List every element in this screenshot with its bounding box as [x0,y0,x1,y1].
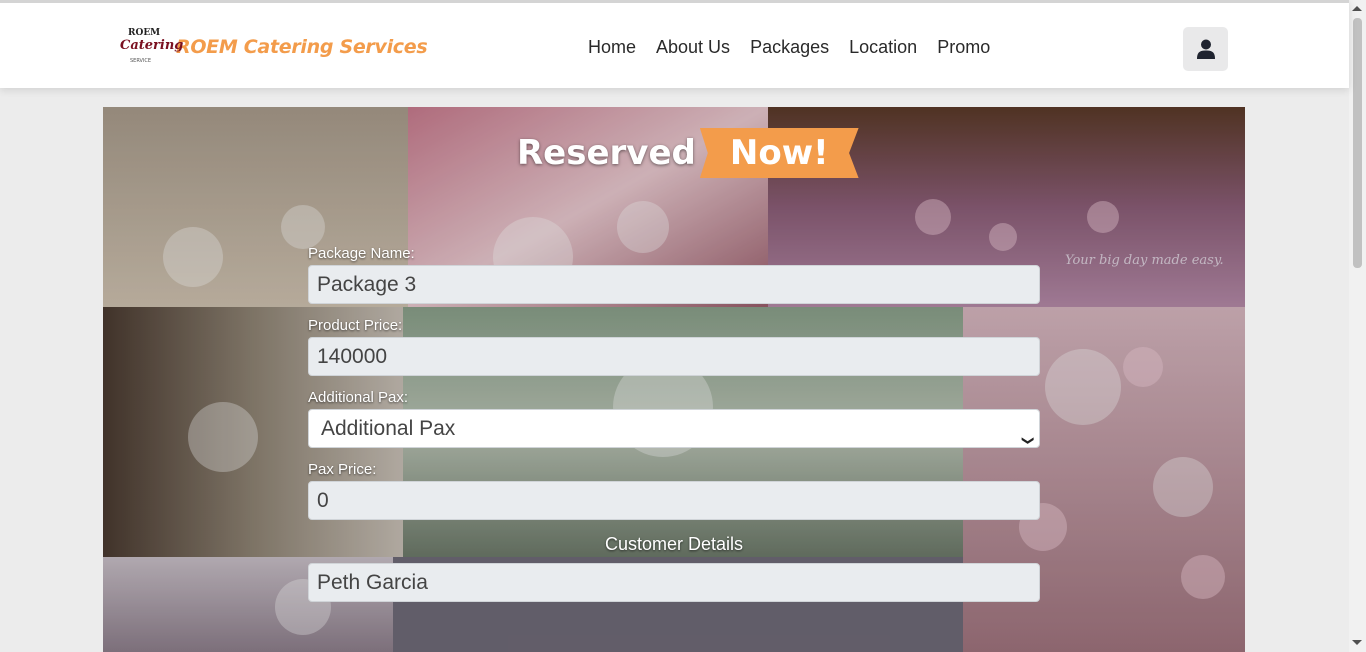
user-icon [1196,39,1215,59]
additional-pax-selected: Additional Pax [321,417,456,440]
brand-logo: ROEM Catering SERVICE [120,28,184,64]
customer-name-field[interactable]: Peth Garcia [308,563,1040,602]
reservation-title: Reserved Now! [517,127,859,179]
product-price-label: Product Price: [308,317,403,334]
scroll-thumb[interactable] [1353,18,1362,268]
scroll-up-arrow-icon[interactable] [1352,6,1362,11]
nav-promo[interactable]: Promo [937,37,990,58]
title-reserved: Reserved [517,133,696,173]
nav-about-us[interactable]: About Us [656,37,730,58]
scroll-down-arrow-icon[interactable] [1352,640,1362,645]
customer-details-heading: Customer Details [604,534,744,554]
nav-location[interactable]: Location [849,37,917,58]
nav-packages[interactable]: Packages [750,37,829,58]
brand-name[interactable]: ROEM Catering Services [176,36,428,58]
chevron-down-icon: ❯ [1021,435,1036,446]
package-name-field[interactable]: Package 3 [308,265,1040,304]
user-account-button[interactable] [1183,27,1228,71]
product-price-field[interactable]: 140000 [308,337,1040,376]
title-now-badge: Now! [699,128,859,178]
page-scrollbar[interactable] [1349,0,1366,652]
package-name-label: Package Name: [308,245,415,262]
main-nav: Home About Us Packages Location Promo [578,3,1000,91]
reservation-hero: Your big day made easy. Reserved Now! Pa… [103,107,1245,652]
pax-price-field[interactable]: 0 [308,481,1040,520]
brand[interactable]: ROEM Catering SERVICE ROEM Catering Serv… [118,25,428,69]
additional-pax-label: Additional Pax: [308,389,409,406]
reservation-form: Package Name: Package 3 Product Price: 1… [308,242,1040,612]
pax-price-label: Pax Price: [308,461,377,478]
navbar: ROEM Catering SERVICE ROEM Catering Serv… [0,0,1349,88]
nav-home[interactable]: Home [588,37,636,58]
additional-pax-select[interactable]: Additional Pax ❯ [308,409,1040,448]
